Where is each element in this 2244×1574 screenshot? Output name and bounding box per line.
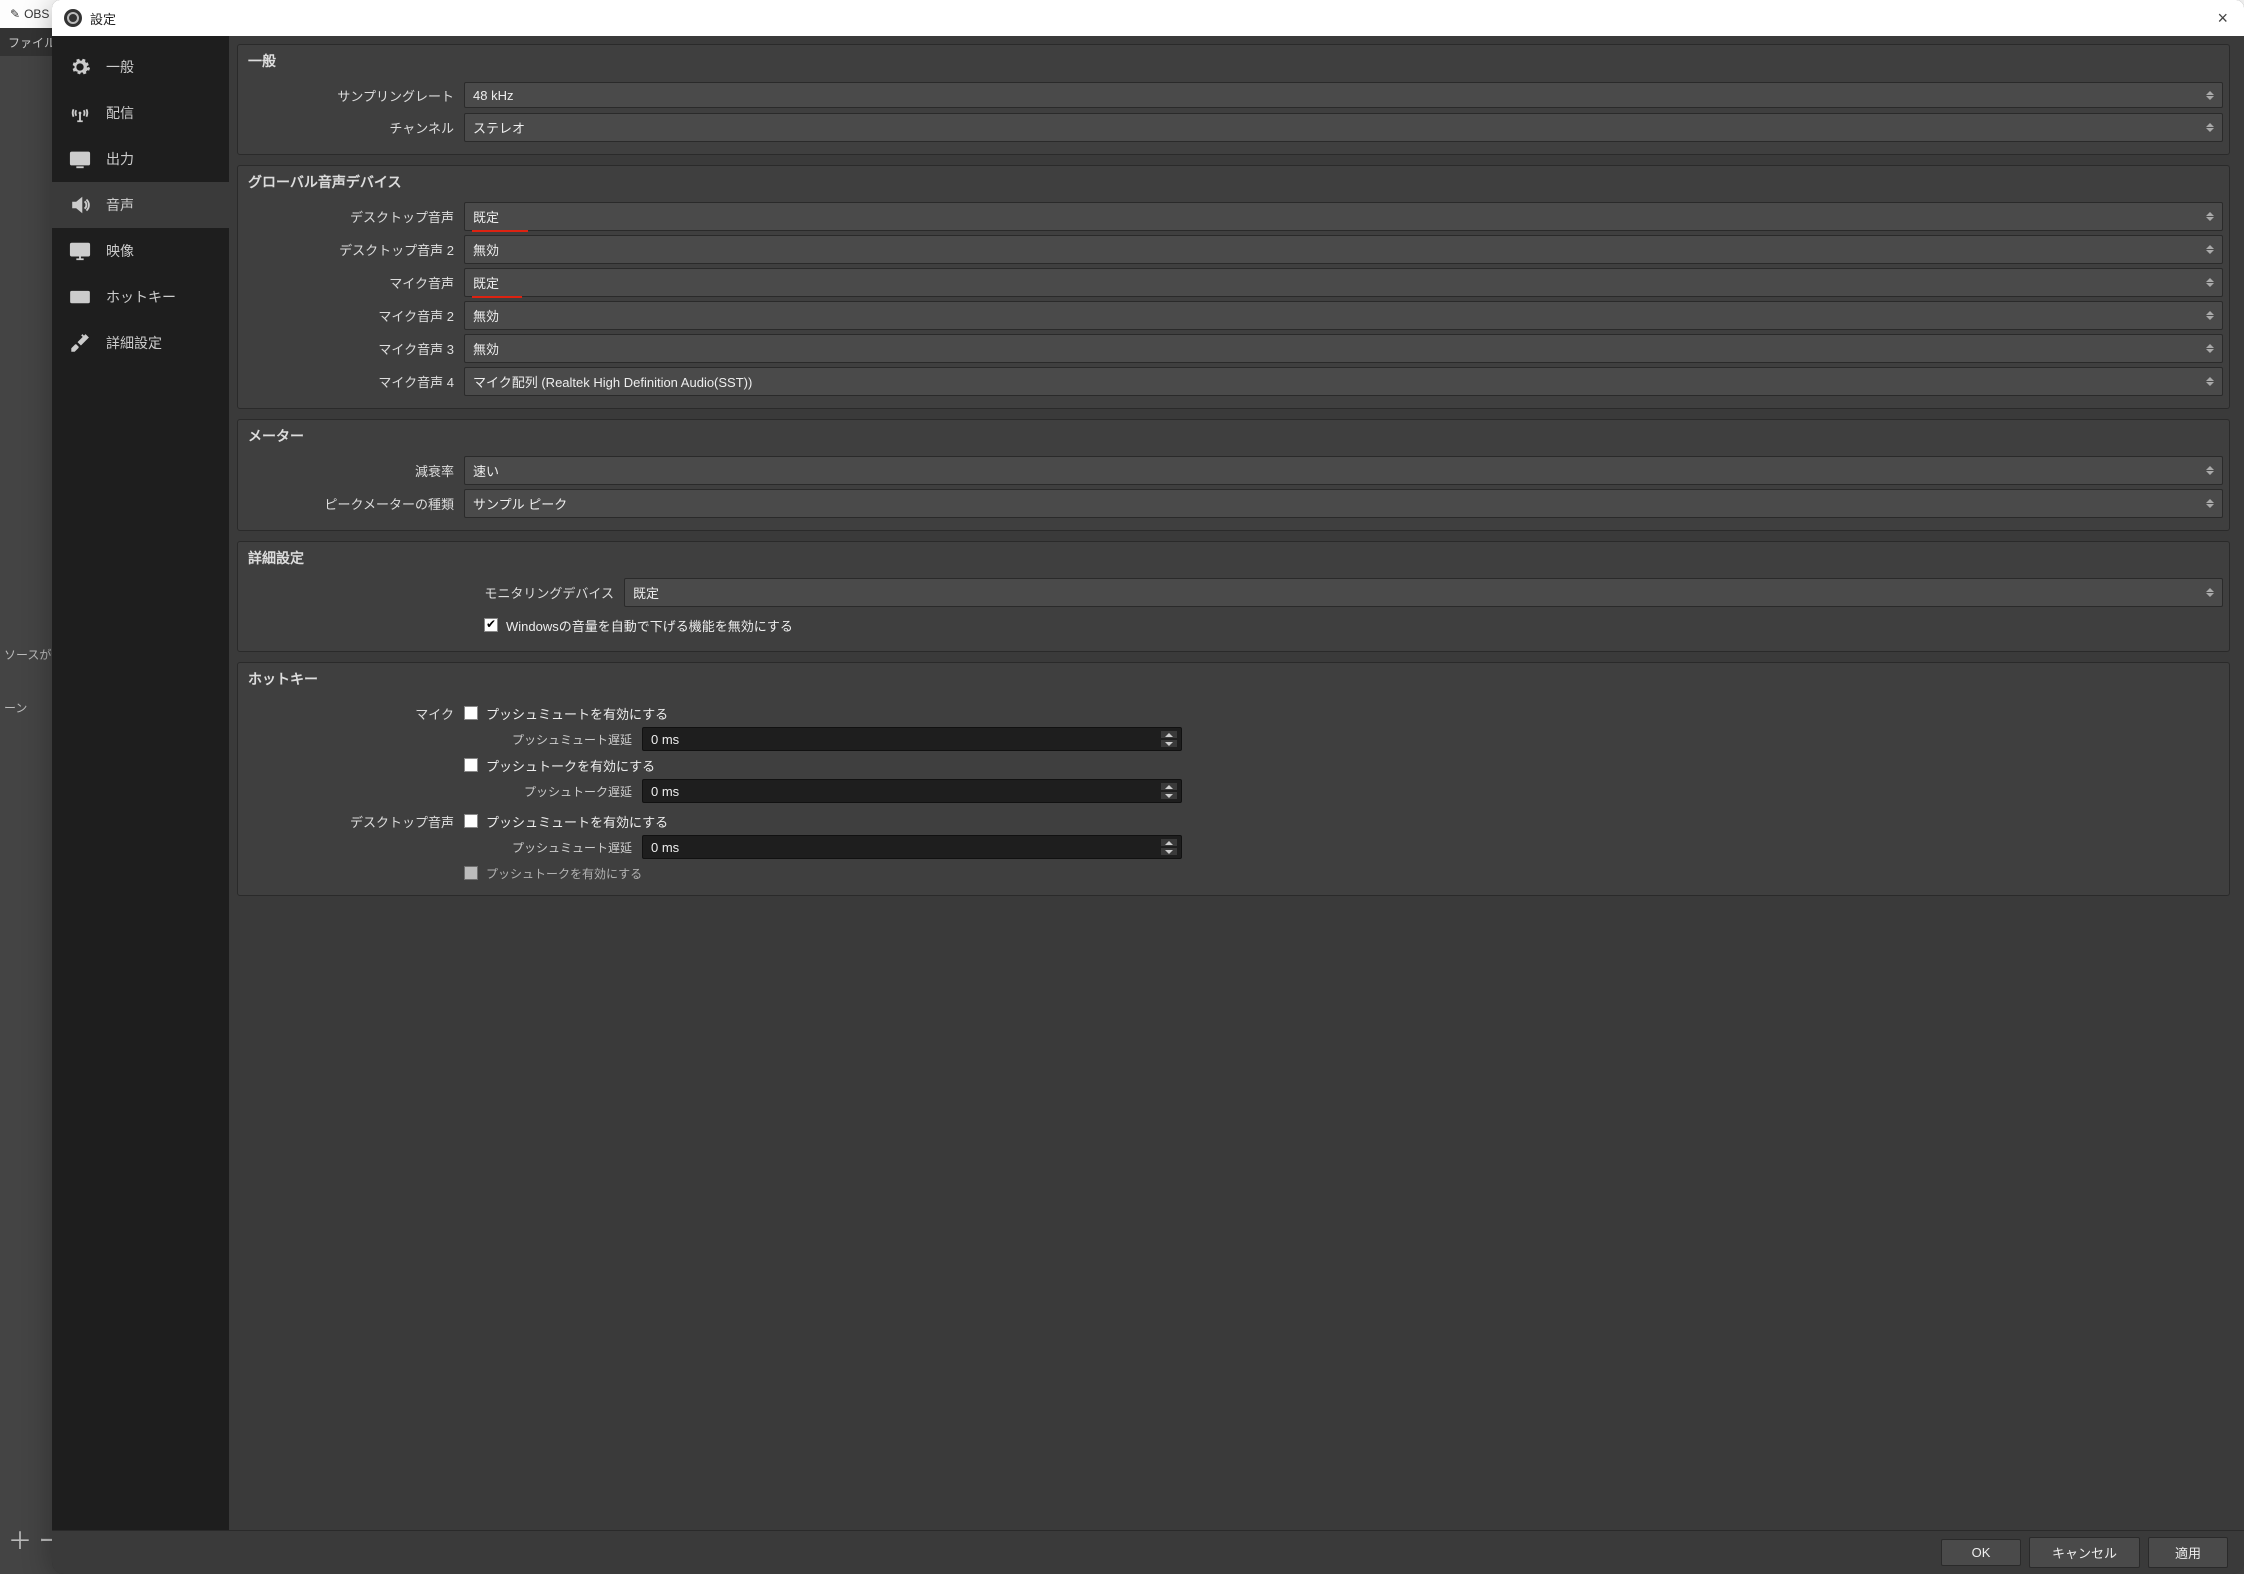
monitoring-device-select[interactable]: 既定 xyxy=(624,578,2223,607)
group-meter: メーター 減衰率 速い ピークメーターの種類 サンプル ピーク xyxy=(237,419,2230,531)
desktop-push-talk-enable-checkbox[interactable] xyxy=(464,866,478,880)
mic-audio2-label: マイク音声 2 xyxy=(244,306,464,325)
group-title: ホットキー xyxy=(238,663,2229,695)
sidebar-item-output[interactable]: 出力 xyxy=(52,136,229,182)
mic-push-talk-delay-input[interactable]: 0 ms xyxy=(642,779,1182,803)
apply-button[interactable]: 適用 xyxy=(2148,1537,2228,1568)
push-mute-enable-label: プッシュミュートを有効にする xyxy=(486,812,668,831)
mic-push-mute-enable-checkbox[interactable] xyxy=(464,706,478,720)
desktop-audio2-select[interactable]: 無効 xyxy=(464,235,2223,264)
desktop-audio2-label: デスクトップ音声 2 xyxy=(244,240,464,259)
channel-select[interactable]: ステレオ xyxy=(464,113,2223,142)
stepper-icon[interactable] xyxy=(1161,730,1177,748)
decay-rate-label: 減衰率 xyxy=(244,461,464,480)
push-mute-delay-label: プッシュミュート遅延 xyxy=(244,839,642,856)
push-talk-enable-label: プッシュトークを有効にする xyxy=(486,756,655,775)
spin-icon xyxy=(2202,238,2218,261)
peak-meter-type-select[interactable]: サンプル ピーク xyxy=(464,489,2223,518)
monitoring-device-label: モニタリングデバイス xyxy=(244,583,624,602)
group-advanced: 詳細設定 モニタリングデバイス 既定 Windowsの音量を自動で下げる機能を無… xyxy=(237,541,2230,652)
mic-push-talk-enable-checkbox[interactable] xyxy=(464,758,478,772)
spin-icon xyxy=(2202,116,2218,139)
settings-content: 一般 サンプリングレート 48 kHz チャンネル ステレオ グローバル音声デバ… xyxy=(229,36,2244,1530)
sidebar-item-label: 音声 xyxy=(106,195,134,215)
desktop-audio-select[interactable]: 既定 xyxy=(464,202,2223,231)
sidebar-item-label: 映像 xyxy=(106,241,134,261)
mic-push-mute-delay-input[interactable]: 0 ms xyxy=(642,727,1182,751)
stepper-icon[interactable] xyxy=(1161,782,1177,800)
spin-icon xyxy=(2202,85,2218,105)
group-global-audio-devices: グローバル音声デバイス デスクトップ音声 既定 デスクトップ音声 2 無効 マイ… xyxy=(237,165,2230,409)
sidebar-item-general[interactable]: 一般 xyxy=(52,44,229,90)
spin-icon xyxy=(2202,271,2218,294)
mic-audio-label: マイク音声 xyxy=(244,273,464,292)
monitor-icon xyxy=(66,240,94,262)
mic-audio4-label: マイク音声 4 xyxy=(244,372,464,391)
ok-button[interactable]: OK xyxy=(1941,1539,2021,1566)
dialog-title: 設定 xyxy=(90,9,116,28)
hotkey-desktop-label: デスクトップ音声 xyxy=(244,812,464,831)
spin-icon xyxy=(2202,337,2218,360)
keyboard-icon xyxy=(66,286,94,308)
dialog-footer: OK キャンセル 適用 xyxy=(52,1530,2244,1574)
desktop-push-mute-delay-input[interactable]: 0 ms xyxy=(642,835,1182,859)
mic-audio3-label: マイク音声 3 xyxy=(244,339,464,358)
sidebar-item-video[interactable]: 映像 xyxy=(52,228,229,274)
desktop-audio-label: デスクトップ音声 xyxy=(244,207,464,226)
channel-label: チャンネル xyxy=(244,118,464,137)
tools-icon xyxy=(66,332,94,354)
gear-icon xyxy=(66,56,94,78)
sidebar-item-hotkeys[interactable]: ホットキー xyxy=(52,274,229,320)
spin-icon xyxy=(2202,492,2218,515)
sampling-rate-select[interactable]: 48 kHz xyxy=(464,82,2223,108)
push-talk-delay-label: プッシュトーク遅延 xyxy=(244,783,642,800)
disable-ducking-checkbox[interactable] xyxy=(484,618,498,632)
group-title: 詳細設定 xyxy=(238,542,2229,574)
antenna-icon xyxy=(66,102,94,124)
settings-dialog: 設定 × 一般 配信 出力 音声 映像 xyxy=(52,0,2244,1574)
cancel-button[interactable]: キャンセル xyxy=(2029,1537,2140,1568)
push-mute-enable-label: プッシュミュートを有効にする xyxy=(486,704,668,723)
sidebar-item-stream[interactable]: 配信 xyxy=(52,90,229,136)
bg-title: OBS xyxy=(24,7,49,21)
decay-rate-select[interactable]: 速い xyxy=(464,456,2223,485)
hotkey-mic-label: マイク xyxy=(244,704,464,723)
settings-sidebar: 一般 配信 出力 音声 映像 ホットキー xyxy=(52,36,229,1530)
sidebar-item-audio[interactable]: 音声 xyxy=(52,182,229,228)
sidebar-item-label: 配信 xyxy=(106,103,134,123)
sampling-rate-label: サンプリングレート xyxy=(244,86,464,105)
dialog-titlebar: 設定 × xyxy=(52,0,2244,36)
desktop-push-mute-enable-checkbox[interactable] xyxy=(464,814,478,828)
obs-logo-icon xyxy=(64,9,82,27)
group-title: メーター xyxy=(238,420,2229,452)
mic-audio3-select[interactable]: 無効 xyxy=(464,334,2223,363)
stepper-icon[interactable] xyxy=(1161,838,1177,856)
red-underline-annotation xyxy=(472,230,528,232)
mic-audio4-select[interactable]: マイク配列 (Realtek High Definition Audio(SST… xyxy=(464,367,2223,396)
group-title: グローバル音声デバイス xyxy=(238,166,2229,198)
sidebar-item-label: 詳細設定 xyxy=(106,333,162,353)
mic-audio-select[interactable]: 既定 xyxy=(464,268,2223,297)
push-mute-delay-label: プッシュミュート遅延 xyxy=(244,731,642,748)
group-hotkeys: ホットキー マイク プッシュミュートを有効にする プッシュミュート遅延 0 ms xyxy=(237,662,2230,896)
sidebar-item-advanced[interactable]: 詳細設定 xyxy=(52,320,229,366)
spin-icon xyxy=(2202,205,2218,228)
output-icon xyxy=(66,148,94,170)
sidebar-item-label: 一般 xyxy=(106,57,134,77)
push-talk-enable-label: プッシュトークを有効にする xyxy=(486,865,642,882)
spin-icon xyxy=(2202,370,2218,393)
group-general: 一般 サンプリングレート 48 kHz チャンネル ステレオ xyxy=(237,44,2230,155)
disable-ducking-label: Windowsの音量を自動で下げる機能を無効にする xyxy=(506,616,793,635)
spin-icon xyxy=(2202,581,2218,604)
group-title: 一般 xyxy=(238,45,2229,77)
mic-audio2-select[interactable]: 無効 xyxy=(464,301,2223,330)
spin-icon xyxy=(2202,459,2218,482)
peak-meter-type-label: ピークメーターの種類 xyxy=(244,494,464,513)
speaker-icon xyxy=(66,194,94,216)
spin-icon xyxy=(2202,304,2218,327)
dialog-close-button[interactable]: × xyxy=(2213,8,2232,29)
sidebar-item-label: 出力 xyxy=(106,149,134,169)
sidebar-item-label: ホットキー xyxy=(106,287,176,307)
red-underline-annotation xyxy=(472,296,522,298)
